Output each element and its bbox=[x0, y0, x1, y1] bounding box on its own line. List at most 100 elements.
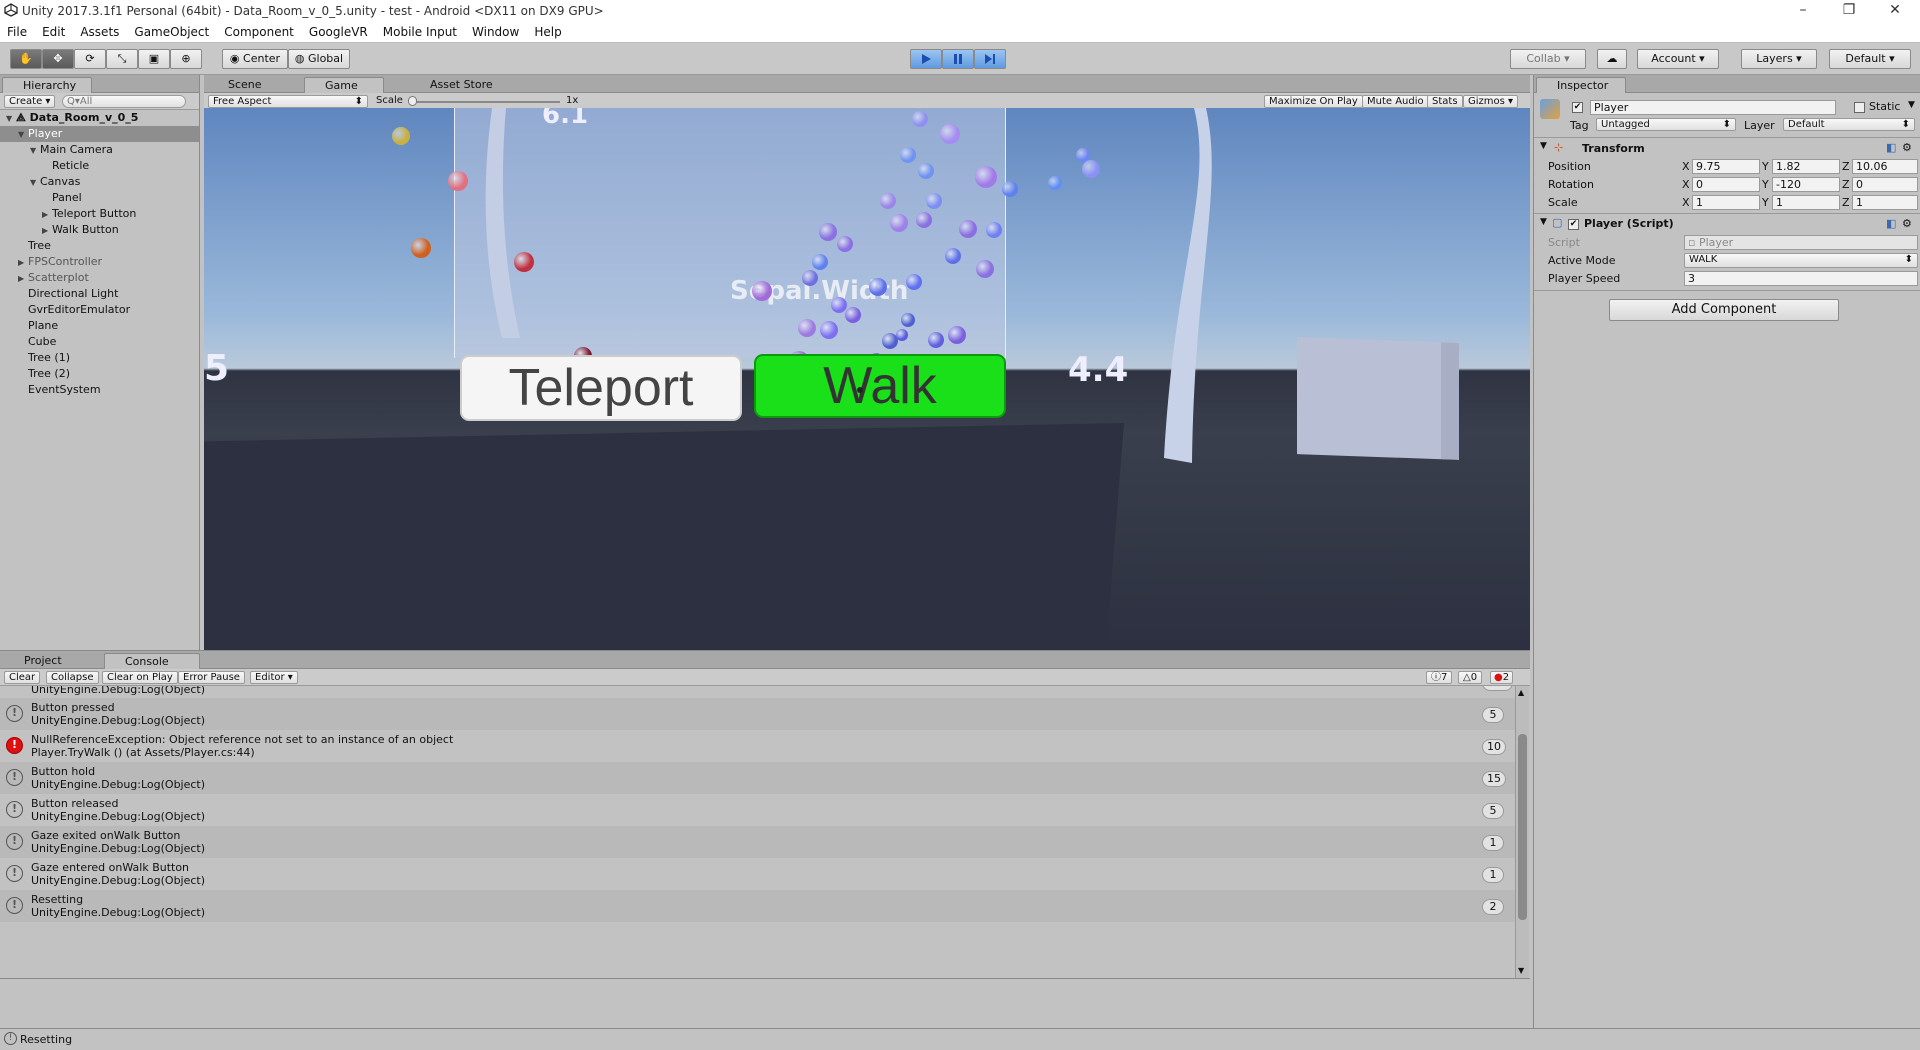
console-log-list[interactable]: UnityEngine.Debug:Log(Object) 143 ! Butto… bbox=[0, 686, 1515, 978]
hierarchy-item[interactable]: Tree (1) bbox=[0, 350, 199, 366]
help-icon[interactable]: ◧ bbox=[1886, 217, 1896, 230]
position-z-field[interactable]: 10.06 bbox=[1852, 159, 1918, 174]
rotation-z-field[interactable]: 0 bbox=[1852, 177, 1918, 192]
game-render[interactable]: 6.1 Sepal.Width 5 4.4 Teleport Walk bbox=[204, 108, 1530, 650]
hierarchy-item[interactable]: EventSystem bbox=[0, 382, 199, 398]
tab-scene[interactable]: Scene bbox=[208, 77, 298, 93]
transform-tool-icon[interactable]: ⊕ bbox=[170, 49, 202, 69]
scrollbar-thumb[interactable] bbox=[1518, 734, 1527, 920]
position-x-field[interactable]: 9.75 bbox=[1692, 159, 1760, 174]
hierarchy-search-input[interactable]: Q▾All bbox=[62, 95, 186, 108]
restore-icon[interactable]: ❐ bbox=[1826, 0, 1872, 22]
pause-button[interactable] bbox=[942, 49, 974, 69]
console-entry[interactable]: ! NullReferenceException: Object referenc… bbox=[0, 730, 1515, 762]
expand-down-icon[interactable]: ▼ bbox=[18, 127, 28, 143]
pivot-center-button[interactable]: ◉ Center bbox=[222, 49, 288, 69]
static-checkbox[interactable] bbox=[1854, 102, 1865, 113]
menu-component[interactable]: Component bbox=[217, 22, 302, 43]
scale-z-field[interactable]: 1 bbox=[1852, 195, 1918, 210]
menu-gameobject[interactable]: GameObject bbox=[127, 22, 217, 43]
expand-down-icon[interactable]: ▼ bbox=[30, 143, 40, 159]
hierarchy-item[interactable]: ▶ Scatterplot bbox=[0, 270, 199, 286]
hierarchy-item[interactable]: Reticle bbox=[0, 158, 199, 174]
tab-game[interactable]: Game bbox=[304, 77, 384, 93]
scale-slider[interactable] bbox=[410, 101, 560, 103]
mute-audio-toggle[interactable]: Mute Audio bbox=[1362, 95, 1429, 108]
hierarchy-item[interactable]: Plane bbox=[0, 318, 199, 334]
tab-project[interactable]: Project bbox=[4, 653, 94, 669]
active-mode-dropdown[interactable]: WALK ⬍ bbox=[1684, 253, 1918, 268]
hierarchy-item[interactable]: ▶ FPSController bbox=[0, 254, 199, 270]
menu-edit[interactable]: Edit bbox=[35, 22, 73, 43]
hierarchy-item[interactable]: Tree (2) bbox=[0, 366, 199, 382]
hierarchy-item[interactable]: ▼ Player bbox=[0, 126, 199, 142]
component-settings-icon[interactable]: ⚙ bbox=[1902, 217, 1912, 230]
hierarchy-item[interactable]: GvrEditorEmulator bbox=[0, 302, 199, 318]
close-icon[interactable]: ✕ bbox=[1872, 0, 1918, 22]
collab-button[interactable]: Collab ▾ bbox=[1510, 49, 1586, 69]
hand-tool-icon[interactable]: ✋ bbox=[10, 49, 42, 69]
menu-mobile-input[interactable]: Mobile Input bbox=[376, 22, 465, 43]
menu-assets[interactable]: Assets bbox=[73, 22, 127, 43]
scroll-up-icon[interactable]: ▲ bbox=[1518, 688, 1524, 697]
help-icon[interactable]: ◧ bbox=[1886, 141, 1896, 154]
hierarchy-item[interactable]: Panel bbox=[0, 190, 199, 206]
console-scrollbar[interactable]: ▲ ▼ bbox=[1515, 686, 1529, 978]
object-name-field[interactable]: Player bbox=[1590, 100, 1836, 115]
teleport-button[interactable]: Teleport bbox=[460, 355, 742, 421]
rotation-y-field[interactable]: -120 bbox=[1772, 177, 1840, 192]
menu-window[interactable]: Window bbox=[465, 22, 527, 43]
console-entry[interactable]: ! Button pressed UnityEngine.Debug:Log(Obj… bbox=[0, 698, 1515, 730]
expand-right-icon[interactable]: ▶ bbox=[42, 223, 52, 239]
hierarchy-item[interactable]: Tree bbox=[0, 238, 199, 254]
gizmos-dropdown[interactable]: Gizmos ▾ bbox=[1463, 95, 1519, 108]
hierarchy-item[interactable]: Cube bbox=[0, 334, 199, 350]
expand-down-icon[interactable]: ▼ bbox=[30, 175, 40, 191]
hierarchy-item[interactable]: Directional Light bbox=[0, 286, 199, 302]
expand-right-icon[interactable]: ▶ bbox=[18, 271, 28, 287]
rect-tool-icon[interactable]: ▣ bbox=[138, 49, 170, 69]
collapse-button[interactable]: Collapse bbox=[46, 671, 99, 684]
layout-dropdown[interactable]: Default ▾ bbox=[1829, 49, 1911, 69]
minimize-icon[interactable]: – bbox=[1780, 0, 1826, 22]
walk-button[interactable]: Walk bbox=[754, 354, 1006, 418]
play-button[interactable] bbox=[910, 49, 942, 69]
log-count-toggle[interactable]: ⓘ7 bbox=[1426, 671, 1453, 684]
account-dropdown[interactable]: Account ▾ bbox=[1637, 49, 1719, 69]
layer-dropdown[interactable]: Default ⬍ bbox=[1783, 118, 1915, 131]
cloud-icon[interactable]: ☁ bbox=[1597, 49, 1627, 69]
hierarchy-item[interactable]: ▶ Walk Button bbox=[0, 222, 199, 238]
tab-inspector[interactable]: Inspector bbox=[1536, 77, 1626, 93]
scroll-down-icon[interactable]: ▼ bbox=[1518, 966, 1524, 975]
clear-button[interactable]: Clear bbox=[4, 671, 41, 684]
player-speed-field[interactable]: 3 bbox=[1684, 271, 1918, 286]
rotate-tool-icon[interactable]: ⟳ bbox=[74, 49, 106, 69]
maximize-on-play-toggle[interactable]: Maximize On Play bbox=[1264, 95, 1363, 108]
create-button[interactable]: Create ▾ bbox=[4, 95, 56, 108]
pivot-global-button[interactable]: ◍ Global bbox=[288, 49, 350, 69]
layers-dropdown[interactable]: Layers ▾ bbox=[1741, 49, 1817, 69]
hierarchy-item[interactable]: ▶ Teleport Button bbox=[0, 206, 199, 222]
console-entry[interactable]: ! Gaze exited onWalk Button UnityEngine.De… bbox=[0, 826, 1515, 858]
editor-dropdown[interactable]: Editor ▾ bbox=[250, 671, 298, 684]
script-enabled-checkbox[interactable]: ✔ bbox=[1568, 219, 1579, 230]
console-entry[interactable]: ! Button released UnityEngine.Debug:Log(Ob… bbox=[0, 794, 1515, 826]
move-tool-icon[interactable]: ✥ bbox=[42, 49, 74, 69]
position-y-field[interactable]: 1.82 bbox=[1772, 159, 1840, 174]
tab-hierarchy[interactable]: Hierarchy bbox=[2, 77, 92, 93]
add-component-button[interactable]: Add Component bbox=[1609, 299, 1839, 321]
console-entry[interactable]: ! Button hold UnityEngine.Debug:Log(Object… bbox=[0, 762, 1515, 794]
menu-file[interactable]: File bbox=[0, 22, 35, 43]
clear-on-play-button[interactable]: Clear on Play bbox=[102, 671, 178, 684]
scale-y-field[interactable]: 1 bbox=[1772, 195, 1840, 210]
menu-help[interactable]: Help bbox=[527, 22, 569, 43]
static-dropdown-icon[interactable]: ▼ bbox=[1908, 100, 1915, 110]
scale-slider-handle[interactable] bbox=[408, 96, 417, 106]
transform-foldout-icon[interactable]: ▼ bbox=[1540, 141, 1547, 151]
component-settings-icon[interactable]: ⚙ bbox=[1902, 141, 1912, 154]
active-checkbox[interactable]: ✔ bbox=[1572, 102, 1583, 113]
player-script-foldout-icon[interactable]: ▼ bbox=[1540, 217, 1547, 227]
step-button[interactable] bbox=[974, 49, 1006, 69]
stats-toggle[interactable]: Stats bbox=[1427, 95, 1463, 108]
tab-console[interactable]: Console bbox=[104, 653, 200, 669]
